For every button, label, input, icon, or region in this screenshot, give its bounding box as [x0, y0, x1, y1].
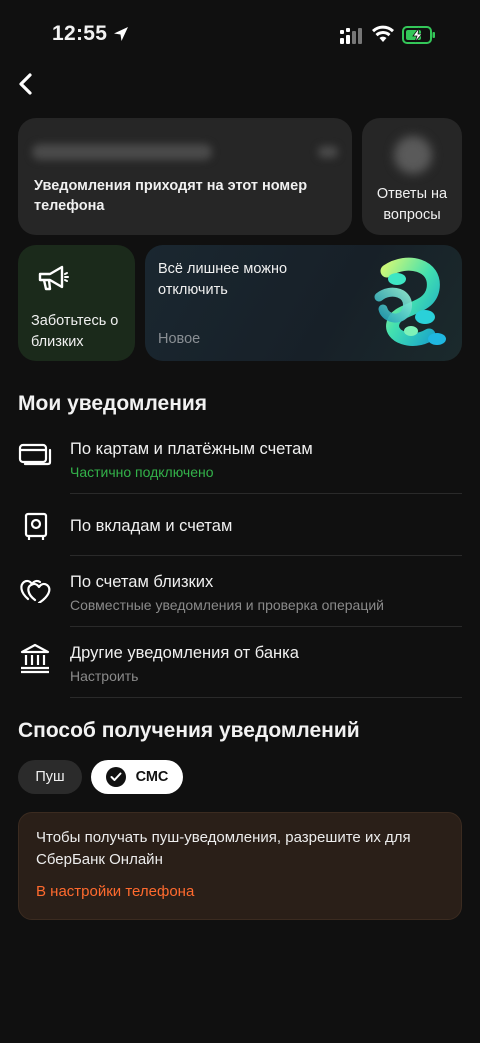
battery-charging-icon — [402, 26, 436, 49]
blurred-phone-number — [32, 144, 212, 160]
faq-card[interactable]: Ответы на вопросы — [362, 118, 462, 235]
care-card[interactable]: Заботьтесь о близких — [18, 245, 135, 361]
phone-card-title: Уведомления приходят на этот номер телеф… — [34, 178, 308, 214]
list-item-label: По счетам близких — [70, 573, 214, 591]
list-item-bank-notifications[interactable]: Другие уведомления от банка Настроить — [18, 638, 462, 696]
phone-settings-link[interactable]: В настройки телефона — [36, 883, 194, 900]
location-arrow-icon — [112, 25, 130, 48]
my-notifications-title: Мои уведомления — [18, 392, 208, 415]
list-item-deposits[interactable]: По вкладам и счетам — [18, 505, 462, 551]
delivery-method-title: Способ получения уведомлений — [18, 719, 360, 742]
divider — [70, 493, 462, 494]
sms-option-chip[interactable]: СМС — [91, 760, 183, 794]
divider — [70, 626, 462, 627]
promo-new-badge: Новое — [158, 331, 201, 347]
push-option-label: Пуш — [35, 769, 65, 785]
list-item-action: Настроить — [70, 668, 139, 684]
hearts-icon — [18, 573, 52, 608]
promo-card[interactable]: Всё лишнее можно отключить Новое — [145, 245, 462, 361]
list-item-relatives-accounts[interactable]: По счетам близких Совместные уведомления… — [18, 567, 462, 625]
list-item-cards[interactable]: По картам и платёжным счетам Частично по… — [18, 434, 462, 492]
list-item-label: По вкладам и счетам — [70, 517, 233, 535]
list-item-label: По картам и платёжным счетам — [70, 440, 313, 458]
push-permission-warning: Чтобы получать пуш-уведомления, разрешит… — [18, 812, 462, 920]
list-item-status: Частично подключено — [70, 464, 214, 480]
cellular-signal-icon — [340, 28, 364, 49]
faq-card-title: Ответы на вопросы — [376, 186, 448, 223]
care-card-title: Заботьтесь о близких — [31, 313, 119, 350]
blurred-edit-icon — [318, 146, 338, 158]
bank-icon — [18, 642, 52, 679]
checkmark-icon — [105, 767, 126, 787]
status-bar: 12:55 — [0, 0, 480, 70]
push-option-chip[interactable]: Пуш — [18, 760, 82, 794]
promo-card-title: Всё лишнее можно отключить — [158, 261, 288, 298]
divider — [70, 697, 462, 698]
list-item-description: Совместные уведомления и проверка операц… — [70, 597, 384, 613]
cards-icon — [18, 440, 52, 473]
wifi-icon — [372, 25, 394, 48]
warning-text: Чтобы получать пуш-уведомления, разрешит… — [36, 829, 411, 868]
safe-icon — [18, 511, 52, 546]
faq-avatar — [394, 136, 432, 174]
divider — [70, 555, 462, 556]
megaphone-icon — [36, 263, 70, 298]
list-item-label: Другие уведомления от банка — [70, 644, 299, 662]
sms-option-label: СМС — [135, 769, 169, 785]
status-time: 12:55 — [52, 22, 108, 45]
back-button[interactable] — [10, 70, 40, 102]
phone-number-card[interactable]: Уведомления приходят на этот номер телеф… — [18, 118, 352, 235]
promo-ribbon-illustration — [367, 257, 453, 354]
chevron-left-icon — [17, 72, 33, 101]
